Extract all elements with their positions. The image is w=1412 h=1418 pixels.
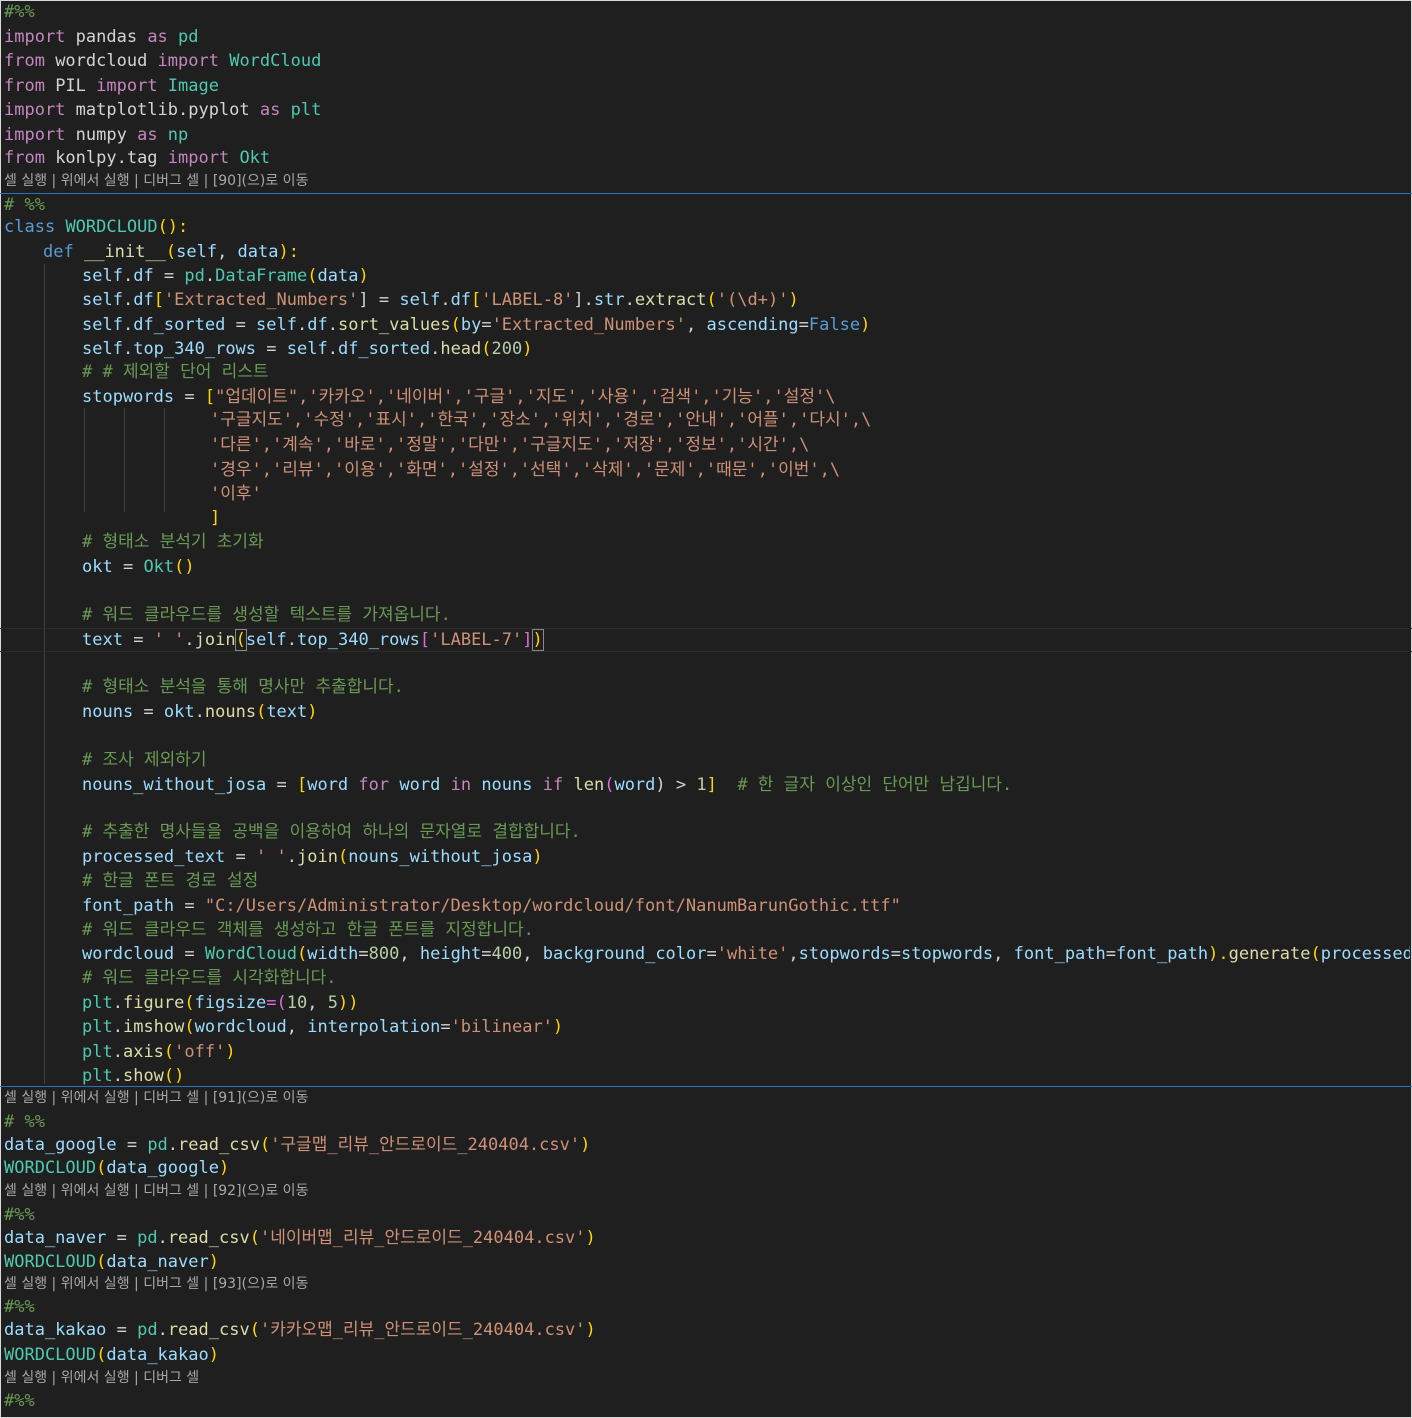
code-line[interactable]: ] bbox=[4, 506, 1410, 530]
code-comment[interactable]: # 워드 클라우드를 시각화합니다. bbox=[4, 966, 1410, 990]
code-line[interactable]: nouns_without_josa = [word for word in n… bbox=[4, 773, 1410, 797]
code-line[interactable]: nouns = okt.nouns(text) bbox=[4, 700, 1410, 724]
code-line[interactable]: import pandas as pd bbox=[4, 25, 1410, 49]
run-cell-link[interactable]: 셀 실행 bbox=[4, 1090, 47, 1106]
code-line[interactable]: '경우','리뷰','이용','화면','설정','선택','삭제','문제',… bbox=[4, 458, 1410, 482]
code-line[interactable]: self.df_sorted = self.df.sort_values(by=… bbox=[4, 313, 1410, 337]
goto-link[interactable]: [90](으)로 이동 bbox=[213, 173, 309, 189]
run-cell-link[interactable]: 셀 실행 bbox=[4, 1276, 47, 1292]
cell-marker[interactable]: #%% bbox=[4, 1389, 1410, 1413]
debug-cell-link[interactable]: 디버그 셀 bbox=[143, 1183, 199, 1199]
code-line[interactable]: WORDCLOUD(data_google) bbox=[4, 1156, 1410, 1180]
run-cell-link[interactable]: 셀 실행 bbox=[4, 1183, 47, 1199]
code-line[interactable]: font_path = "C:/Users/Administrator/Desk… bbox=[4, 894, 1410, 918]
debug-cell-link[interactable]: 디버그 셀 bbox=[143, 1370, 199, 1386]
code-line[interactable]: data_google = pd.read_csv('구글맵_리뷰_안드로이드_… bbox=[4, 1133, 1410, 1157]
code-line[interactable]: okt = Okt() bbox=[4, 555, 1410, 579]
cell-codelens: 셀 실행 | 위에서 실행 | 디버그 셀 | [91](으)로 이동 bbox=[4, 1090, 309, 1106]
code-line[interactable]: WORDCLOUD(data_kakao) bbox=[4, 1343, 1410, 1367]
code-line[interactable]: from konlpy.tag import Okt bbox=[4, 146, 1410, 170]
debug-cell-link[interactable]: 디버그 셀 bbox=[143, 1276, 199, 1292]
code-line[interactable]: import numpy as np bbox=[4, 123, 1410, 147]
run-above-link[interactable]: 위에서 실행 bbox=[61, 1370, 130, 1386]
code-line[interactable]: self.df['Extracted_Numbers'] = self.df['… bbox=[4, 288, 1410, 312]
code-line[interactable]: '구글지도','수정','표시','한국','장소','위치','경로','안내… bbox=[4, 408, 1410, 432]
code-comment[interactable]: # 형태소 분석기 초기화 bbox=[4, 530, 1410, 554]
code-line[interactable]: def __init__(self, data): bbox=[4, 240, 1410, 264]
code-comment[interactable]: # 워드 클라우드 객체를 생성하고 한글 폰트를 지정합니다. bbox=[4, 918, 1410, 942]
code-line[interactable]: import matplotlib.pyplot as plt bbox=[4, 98, 1410, 122]
cell-marker[interactable]: # %% bbox=[4, 193, 1410, 217]
cell-codelens: 셀 실행 | 위에서 실행 | 디버그 셀 bbox=[4, 1370, 200, 1386]
code-line[interactable]: data_kakao = pd.read_csv('카카오맵_리뷰_안드로이드_… bbox=[4, 1318, 1410, 1342]
run-above-link[interactable]: 위에서 실행 bbox=[61, 1090, 130, 1106]
code-line[interactable]: '다른','계속','바로','정말','다만','구글지도','저장','정보… bbox=[4, 433, 1410, 457]
code-line[interactable]: class WORDCLOUD(): bbox=[4, 215, 1410, 239]
code-line[interactable]: '이후' bbox=[4, 482, 1410, 506]
run-cell-link[interactable]: 셀 실행 bbox=[4, 1370, 47, 1386]
code-line[interactable]: self.df = pd.DataFrame(data) bbox=[4, 264, 1410, 288]
code-line[interactable]: from wordcloud import WordCloud bbox=[4, 49, 1410, 73]
code-line[interactable]: plt.imshow(wordcloud, interpolation='bil… bbox=[4, 1015, 1410, 1039]
code-comment[interactable]: # 조사 제외하기 bbox=[4, 748, 1410, 772]
cell-codelens: 셀 실행 | 위에서 실행 | 디버그 셀 | [92](으)로 이동 bbox=[4, 1183, 309, 1199]
code-comment[interactable]: # 형태소 분석을 통해 명사만 추출합니다. bbox=[4, 675, 1410, 699]
cell-marker[interactable]: #%% bbox=[4, 0, 1410, 24]
code-editor[interactable]: #%% import pandas as pd from wordcloud i… bbox=[0, 0, 1412, 1418]
code-line[interactable]: stopwords = ["업데이트",'카카오','네이버','구글','지도… bbox=[4, 385, 1410, 409]
code-line[interactable]: wordcloud = WordCloud(width=800, height=… bbox=[4, 942, 1410, 966]
code-line[interactable]: plt.axis('off') bbox=[4, 1040, 1410, 1064]
code-line[interactable]: WORDCLOUD(data_naver) bbox=[4, 1250, 1410, 1274]
goto-link[interactable]: [92](으)로 이동 bbox=[213, 1183, 309, 1199]
debug-cell-link[interactable]: 디버그 셀 bbox=[143, 173, 199, 189]
cell-codelens: 셀 실행 | 위에서 실행 | 디버그 셀 | [90](으)로 이동 bbox=[4, 173, 309, 189]
run-above-link[interactable]: 위에서 실행 bbox=[61, 173, 130, 189]
goto-link[interactable]: [91](으)로 이동 bbox=[213, 1090, 309, 1106]
code-line[interactable]: plt.show() bbox=[4, 1064, 1410, 1088]
cell-marker[interactable]: #%% bbox=[4, 1295, 1410, 1319]
code-comment[interactable]: # # 제외할 단어 리스트 bbox=[4, 360, 1410, 384]
code-line[interactable]: processed_text = ' '.join(nouns_without_… bbox=[4, 845, 1410, 869]
run-above-link[interactable]: 위에서 실행 bbox=[61, 1276, 130, 1292]
cell-marker[interactable]: #%% bbox=[4, 1203, 1410, 1227]
code-line-current[interactable]: text = ' '.join(self.top_340_rows['LABEL… bbox=[4, 628, 1410, 652]
run-cell-link[interactable]: 셀 실행 bbox=[4, 173, 47, 189]
code-line[interactable]: self.top_340_rows = self.df_sorted.head(… bbox=[4, 337, 1410, 361]
goto-link[interactable]: [93](으)로 이동 bbox=[213, 1276, 309, 1292]
cell-marker[interactable]: # %% bbox=[4, 1110, 1410, 1134]
code-line[interactable]: data_naver = pd.read_csv('네이버맵_리뷰_안드로이드_… bbox=[4, 1226, 1410, 1250]
cell-codelens: 셀 실행 | 위에서 실행 | 디버그 셀 | [93](으)로 이동 bbox=[4, 1276, 309, 1292]
run-above-link[interactable]: 위에서 실행 bbox=[61, 1183, 130, 1199]
code-comment[interactable]: # 워드 클라우드를 생성할 텍스트를 가져옵니다. bbox=[4, 603, 1410, 627]
debug-cell-link[interactable]: 디버그 셀 bbox=[143, 1090, 199, 1106]
code-comment[interactable]: # 추출한 명사들을 공백을 이용하여 하나의 문자열로 결합합니다. bbox=[4, 820, 1410, 844]
code-line[interactable]: from PIL import Image bbox=[4, 74, 1410, 98]
code-line[interactable]: plt.figure(figsize=(10, 5)) bbox=[4, 991, 1410, 1015]
code-comment[interactable]: # 한글 폰트 경로 설정 bbox=[4, 869, 1410, 893]
